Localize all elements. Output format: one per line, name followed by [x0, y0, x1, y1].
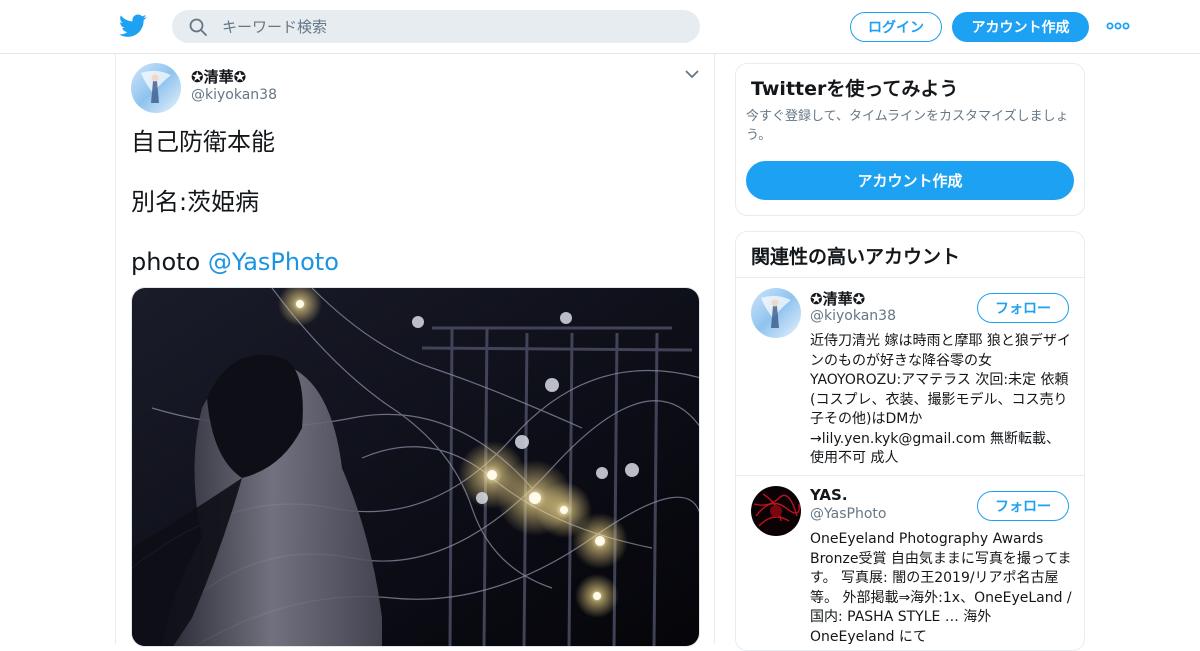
tweet-text: photo	[131, 248, 208, 276]
account-avatar[interactable]	[751, 288, 801, 338]
search-bar[interactable]	[172, 10, 700, 43]
account-handle[interactable]: @YasPhoto	[810, 506, 886, 522]
follow-button[interactable]: フォロー	[977, 293, 1069, 323]
account-item: YAS. @YasPhoto フォロー OneEyeland Photograp…	[736, 476, 1084, 650]
related-accounts-title: 関連性の高いアカウント	[751, 246, 961, 268]
tweet-text-line: photo @YasPhoto	[131, 247, 339, 277]
account-avatar[interactable]	[751, 486, 801, 536]
signup-card-title: Twitterを使ってみよう	[751, 78, 959, 100]
account-name[interactable]: YAS.	[810, 486, 848, 504]
search-icon	[189, 18, 207, 36]
account-handle[interactable]: @kiyokan38	[810, 308, 896, 324]
account-item: ✪清華✪ @kiyokan38 フォロー 近侍刀清光 嫁は時雨と摩耶 狼と狼デザ…	[736, 278, 1084, 476]
mention-link[interactable]: @YasPhoto	[208, 248, 339, 276]
account-name[interactable]: ✪清華✪	[810, 288, 865, 309]
author-avatar[interactable]	[131, 63, 181, 113]
related-accounts-card: 関連性の高いアカウント ✪清華✪ @kiyokan38 フォロー 近侍刀清光 嫁…	[735, 231, 1085, 651]
signup-card-button[interactable]: アカウント作成	[746, 161, 1074, 200]
tweet-panel: ✪清華✪ @kiyokan38 自己防衛本能 別名:茨姫病 photo @Yas…	[115, 54, 715, 647]
follow-button[interactable]: フォロー	[977, 491, 1069, 521]
login-button[interactable]: ログイン	[850, 12, 942, 42]
account-bio: 近侍刀清光 嫁は時雨と摩耶 狼と狼デザインのものが好きな降谷零の女 YAOYOR…	[810, 333, 1071, 466]
tweet-photo[interactable]	[131, 287, 700, 647]
author-name[interactable]: ✪清華✪	[191, 66, 246, 87]
chevron-down-icon[interactable]	[684, 68, 700, 80]
author-handle[interactable]: @kiyokan38	[191, 87, 277, 103]
twitter-bird-icon[interactable]	[119, 13, 147, 39]
tweet-text-line: 自己防衛本能	[131, 128, 275, 156]
signup-card-subtitle: 今すぐ登録して、タイムラインをカスタマイズしましょう。	[746, 109, 1069, 143]
more-dots-icon[interactable]	[1106, 18, 1130, 34]
tweet-text-line: 別名:茨姫病	[131, 188, 260, 216]
top-navigation-bar: ログイン アカウント作成	[0, 0, 1200, 54]
account-bio: OneEyeland Photography Awards Bronze受賞 自…	[810, 531, 1072, 645]
search-input[interactable]	[222, 10, 682, 43]
signup-card: Twitterを使ってみよう 今すぐ登録して、タイムラインをカスタマイズしましょ…	[735, 63, 1085, 216]
signup-button[interactable]: アカウント作成	[952, 12, 1089, 42]
